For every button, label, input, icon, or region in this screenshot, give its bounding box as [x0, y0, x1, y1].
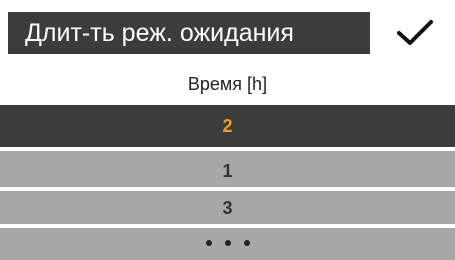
divider: [0, 187, 455, 191]
list-item[interactable]: 1: [0, 155, 455, 187]
header-bar: Длит-ть реж. ожидания: [0, 0, 455, 63]
divider: [0, 147, 455, 151]
checkmark-icon: [397, 20, 433, 45]
list-item-selected[interactable]: 2: [0, 105, 455, 147]
confirm-button[interactable]: [384, 12, 446, 54]
value-picker-list: 2 1 3: [0, 105, 455, 260]
more-options[interactable]: [0, 229, 455, 257]
list-item[interactable]: 3: [0, 192, 455, 224]
unit-label: Время [h]: [0, 63, 455, 105]
divider: [0, 224, 455, 228]
ellipsis-icon: [205, 240, 250, 246]
page-title: Длит-ть реж. ожидания: [8, 12, 370, 54]
